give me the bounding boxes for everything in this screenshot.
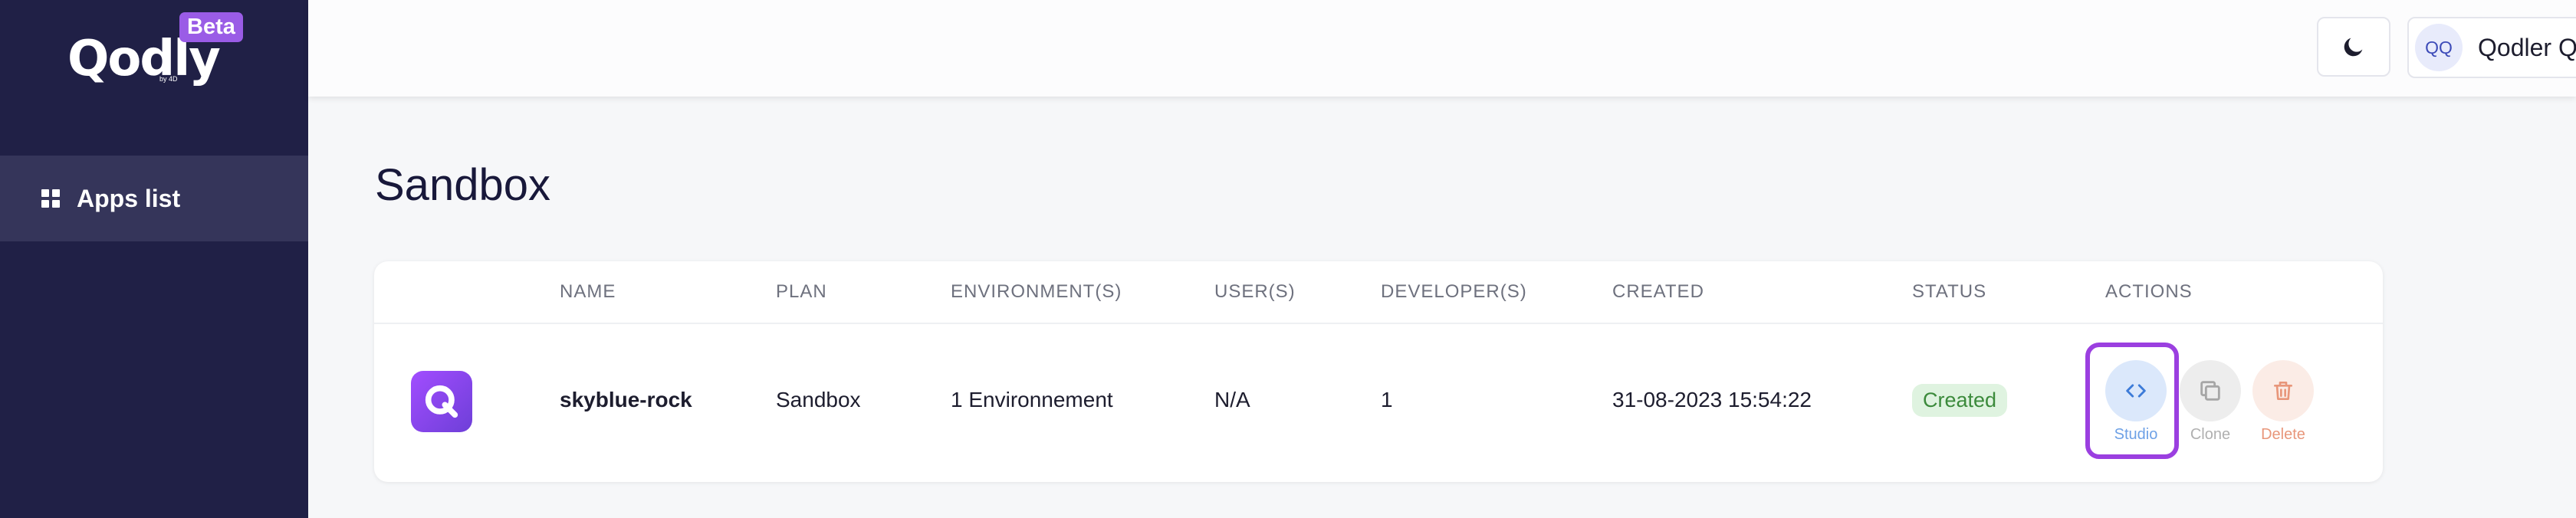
- studio-label: Studio: [2114, 426, 2158, 443]
- logo-by-text: by 4D: [159, 75, 178, 83]
- column-header-created: CREATED: [1612, 281, 1704, 302]
- copy-icon: [2180, 360, 2241, 421]
- column-header-users: USER(S): [1214, 281, 1296, 302]
- column-header-environments: ENVIRONMENT(S): [951, 281, 1122, 302]
- column-header-name: NAME: [560, 281, 616, 302]
- avatar: QQ: [2415, 24, 2463, 71]
- beta-badge: Beta: [179, 12, 243, 42]
- column-header-plan: PLAN: [776, 281, 827, 302]
- column-header-developers: DEVELOPER(S): [1381, 281, 1527, 302]
- delete-button[interactable]: Delete: [2252, 360, 2314, 444]
- delete-label: Delete: [2261, 426, 2305, 443]
- apps-table: NAME PLAN ENVIRONMENT(S) USER(S) DEVELOP…: [374, 261, 2383, 482]
- grid-icon: [41, 189, 60, 208]
- qodly-app-icon: [411, 371, 472, 432]
- clone-label: Clone: [2190, 426, 2231, 443]
- sidebar-item-apps-list[interactable]: Apps list: [0, 156, 308, 241]
- app-environments: 1 Environnement: [951, 388, 1113, 411]
- header-divider: [374, 323, 2383, 324]
- user-menu-button[interactable]: QQ Qodler Qodly: [2407, 17, 2576, 78]
- column-header-actions: ACTIONS: [2105, 281, 2193, 302]
- sidebar-item-label: Apps list: [77, 184, 181, 212]
- top-bar: QQ Qodler Qodly: [308, 0, 2576, 97]
- user-name: Qodler Qodly: [2478, 33, 2576, 61]
- app-created: 31-08-2023 15:54:22: [1612, 388, 1812, 411]
- code-icon: [2105, 360, 2167, 421]
- clone-button[interactable]: Clone: [2180, 360, 2241, 444]
- page-title: Sandbox: [375, 160, 550, 210]
- qodly-logo[interactable]: Qodly by 4D Beta: [66, 11, 243, 87]
- app-name[interactable]: skyblue-rock: [560, 388, 692, 412]
- trash-icon: [2252, 360, 2314, 421]
- app-users: N/A: [1214, 388, 1250, 411]
- column-header-status: STATUS: [1912, 281, 1987, 302]
- theme-toggle-button[interactable]: [2317, 17, 2390, 77]
- status-badge: Created: [1912, 384, 2008, 417]
- app-plan: Sandbox: [776, 388, 861, 411]
- app-developers: 1: [1381, 388, 1393, 411]
- studio-button[interactable]: Studio: [2105, 360, 2167, 444]
- moon-icon: [2344, 38, 2363, 57]
- sidebar: Qodly by 4D Beta Apps list: [0, 0, 308, 518]
